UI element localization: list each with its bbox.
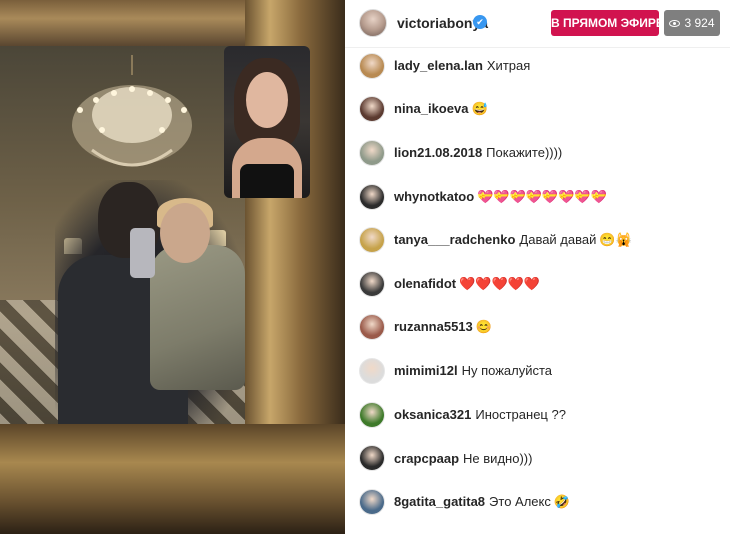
comment-emoji: ❤️❤️❤️❤️❤️ — [459, 275, 541, 291]
comment-row: tanya___radchenko Давай давай 😁🙀 — [345, 218, 730, 262]
comment-text: 8gatita_gatita8 Это Алекс 🤣 — [394, 494, 570, 510]
commenter-avatar[interactable] — [359, 401, 385, 428]
comment-text: crapcpaap Не видно))) — [394, 451, 532, 466]
comment-text: whynotkatoo 💝💝💝💝💝💝💝💝 — [394, 189, 607, 205]
comment-text: lady_elena.lan Хитрая — [394, 58, 530, 73]
comment-row: oksanica321 Иностранец ?? — [345, 393, 730, 437]
comment-row: 8gatita_gatita8 Это Алекс 🤣 — [345, 480, 730, 524]
commenter-avatar[interactable] — [359, 357, 385, 384]
viewer-count-badge: 3 924 — [664, 10, 720, 36]
comment-message: Давай давай — [519, 232, 597, 248]
comment-row: crapcpaap Не видно))) — [345, 436, 730, 480]
comment-message: Хитрая — [486, 58, 531, 74]
woman-face — [160, 203, 210, 263]
comment-row: olenafidot ❤️❤️❤️❤️❤️ — [345, 262, 730, 306]
commenter-username[interactable]: crapcpaap — [394, 451, 459, 466]
comment-emoji: 🤣 — [553, 493, 571, 509]
chandelier-image — [72, 55, 192, 167]
comment-message: Ну пожалуйста — [461, 363, 553, 379]
comment-row: mimimi12l Ну пожалуйста — [345, 349, 730, 393]
comment-text: lion21.08.2018 Покажите)))) — [394, 145, 562, 160]
live-header: victoriabonya ✔ В ПРЯМОМ ЭФИРЕ 3 924 — [345, 0, 730, 48]
woman-jacket — [150, 245, 245, 390]
commenter-username[interactable]: nina_ikoeva — [394, 101, 468, 116]
comment-row: lion21.08.2018 Покажите)))) — [345, 131, 730, 175]
commenter-username[interactable]: lion21.08.2018 — [394, 145, 482, 160]
comment-text: nina_ikoeva 😅 — [394, 101, 488, 117]
comment-message: Покажите)))) — [486, 145, 563, 161]
commenter-avatar[interactable] — [359, 488, 385, 515]
live-video[interactable] — [0, 0, 345, 534]
commenter-avatar[interactable] — [359, 445, 385, 472]
mirror-frame-bottom — [0, 424, 345, 534]
comment-text: tanya___radchenko Давай давай 😁🙀 — [394, 232, 632, 248]
commenter-avatar[interactable] — [359, 52, 385, 79]
comment-emoji: 😅 — [471, 101, 488, 117]
eye-icon — [669, 20, 681, 27]
commenter-username[interactable]: ruzanna5513 — [394, 319, 473, 334]
commenter-username[interactable]: lady_elena.lan — [394, 58, 483, 73]
comment-emoji: 😊 — [475, 319, 492, 335]
guest-video-pip[interactable] — [224, 46, 310, 198]
comment-row: ruzanna5513 😊 — [345, 306, 730, 350]
comment-text: mimimi12l Ну пожалуйста — [394, 363, 552, 378]
comment-text: ruzanna5513 😊 — [394, 319, 492, 335]
comment-text: olenafidot ❤️❤️❤️❤️❤️ — [394, 276, 540, 292]
comment-emoji: 😁🙀 — [599, 232, 632, 248]
comment-text: oksanica321 Иностранец ?? — [394, 407, 566, 422]
commenter-avatar[interactable] — [359, 183, 385, 210]
commenter-username[interactable]: tanya___radchenko — [394, 232, 515, 247]
comment-message: Это Алекс — [489, 493, 551, 509]
phone-in-hand — [130, 228, 155, 278]
comment-row: lady_elena.lan Хитрая — [345, 44, 730, 88]
guest-face — [246, 72, 288, 128]
comment-message: Не видно))) — [463, 450, 533, 466]
commenter-avatar[interactable] — [359, 314, 385, 341]
comment-emoji: 💝💝💝💝💝💝💝💝 — [477, 188, 607, 204]
live-badge: В ПРЯМОМ ЭФИРЕ — [551, 10, 664, 36]
comments-panel: victoriabonya ✔ В ПРЯМОМ ЭФИРЕ 3 924 lad… — [345, 0, 730, 534]
viewer-count: 3 924 — [684, 16, 715, 30]
commenter-username[interactable]: mimimi12l — [394, 363, 458, 378]
comment-list[interactable]: lady_elena.lan Хитрая nina_ikoeva 😅 lion21.0… — [345, 44, 730, 524]
verified-badge-icon: ✔ — [473, 15, 487, 29]
commenter-username[interactable]: oksanica321 — [394, 407, 471, 422]
comment-row: whynotkatoo 💝💝💝💝💝💝💝💝 — [345, 175, 730, 219]
commenter-username[interactable]: 8gatita_gatita8 — [394, 494, 485, 509]
commenter-username[interactable]: whynotkatoo — [394, 189, 474, 204]
guest-dress — [240, 164, 294, 198]
commenter-username[interactable]: olenafidot — [394, 276, 456, 291]
host-avatar[interactable] — [359, 9, 387, 37]
commenter-avatar[interactable] — [359, 139, 385, 166]
commenter-avatar[interactable] — [359, 227, 385, 254]
comment-message: Иностранец ?? — [475, 407, 566, 423]
commenter-avatar[interactable] — [359, 270, 385, 297]
comment-row: nina_ikoeva 😅 — [345, 88, 730, 132]
commenter-avatar[interactable] — [359, 96, 385, 123]
